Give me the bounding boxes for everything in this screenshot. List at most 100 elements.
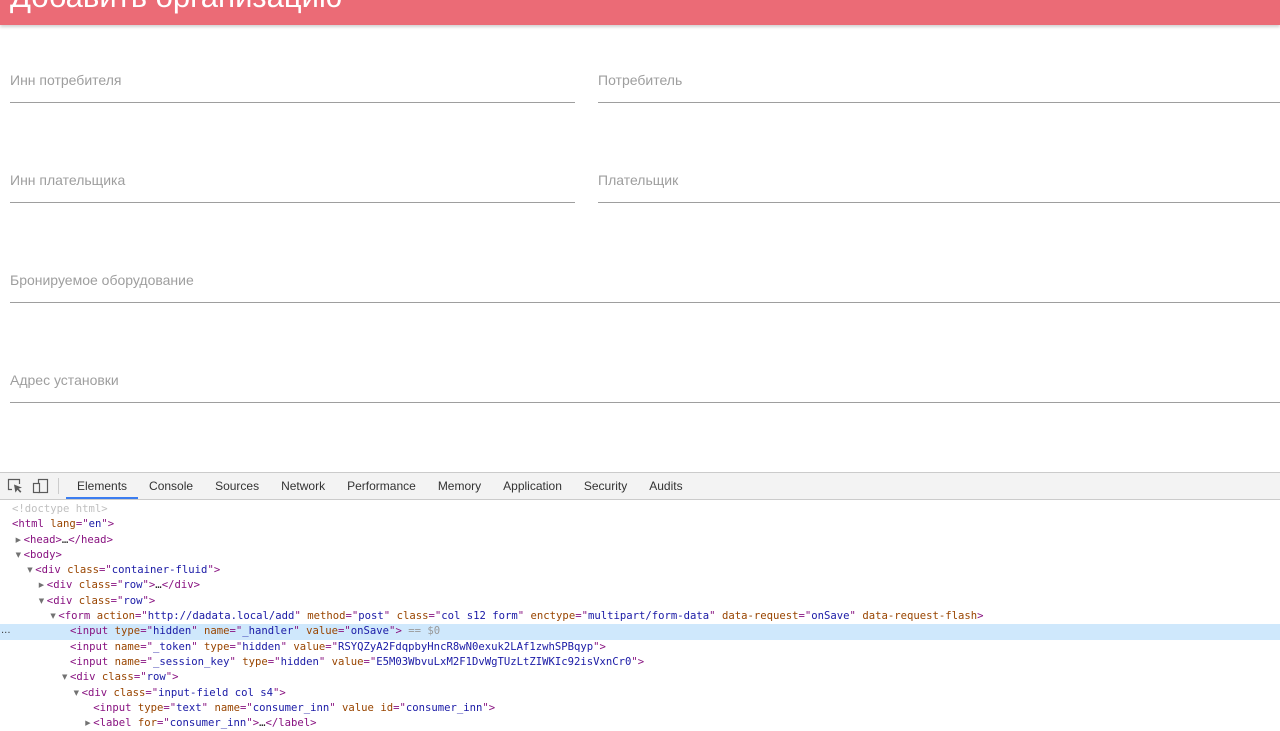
payer-inn-input[interactable] <box>10 158 575 203</box>
attribute-value: row <box>123 579 143 592</box>
attribute-name: value <box>331 655 364 668</box>
tab-memory[interactable]: Memory <box>427 473 492 499</box>
collapsed-children[interactable]: … <box>259 717 265 729</box>
attribute-value: post <box>358 610 384 623</box>
node-actions-button[interactable]: ... <box>1 624 11 637</box>
dom-tree-row[interactable]: ▼ <body> <box>0 548 1280 563</box>
consumer-inn-field: Инн потребителя <box>10 58 575 103</box>
dom-tree-row[interactable]: ▶ <div class="row">…</div> <box>0 578 1280 593</box>
attribute-value: hidden <box>242 640 281 653</box>
tab-network[interactable]: Network <box>270 473 336 499</box>
expand-arrow-icon[interactable]: ▶ <box>39 578 44 593</box>
attribute-name: class <box>396 610 429 623</box>
dom-tree-row[interactable]: ... <input type="hidden" name="_handler" … <box>0 624 1280 640</box>
attribute-value: consumer_inn <box>252 701 330 714</box>
attribute-value: en <box>88 518 102 531</box>
tag-name: div <box>76 671 96 684</box>
attribute-value: onSave <box>811 610 850 623</box>
tab-console[interactable]: Console <box>138 473 204 499</box>
expand-arrow-icon[interactable]: ▶ <box>85 716 90 731</box>
attribute-name: type <box>114 625 141 638</box>
attribute-name: value <box>293 640 326 653</box>
dom-node-markup: <input name="_session_key" type="hidden"… <box>70 655 645 668</box>
devtools-toolbar: Elements Console Sources Network Perform… <box>0 473 1280 500</box>
attribute-name: value <box>342 701 374 714</box>
attribute-value: RSYQZyA2FdqpbyHncR8wN0exuk2LAf1zwhSPBqyp <box>338 640 594 653</box>
dom-tree-row[interactable]: ▼ <div class="row"> <box>0 670 1280 685</box>
attribute-name: type <box>137 701 164 714</box>
consumer-field: Потребитель <box>598 58 1280 103</box>
collapse-arrow-icon[interactable]: ▼ <box>16 548 21 563</box>
equipment-field: Бронируемое оборудование <box>10 258 1280 303</box>
dom-tree-row[interactable]: <input type="text" name="consumer_inn" v… <box>0 701 1280 716</box>
dom-node-markup: <form action="http://dadata.local/add" m… <box>58 610 984 623</box>
attribute-value: row <box>123 594 143 607</box>
consumer-input[interactable] <box>598 58 1280 103</box>
dom-node-markup: <div class="row"> <box>70 671 179 684</box>
attribute-value: multipart/form-data <box>587 610 710 623</box>
devtools-tabs: Elements Console Sources Network Perform… <box>66 473 694 499</box>
attribute-value: hidden <box>152 625 192 638</box>
attribute-value: _handler <box>242 625 294 638</box>
tag-name: input <box>99 701 132 714</box>
tag-name: label <box>99 717 132 730</box>
attribute-name: action <box>96 610 135 623</box>
dom-tree-row[interactable]: <input name="_session_key" type="hidden"… <box>0 655 1280 670</box>
collapsed-children[interactable]: … <box>62 534 68 546</box>
dom-tree: <!doctype html> <html lang="en"> ▶ <head>…<… <box>0 500 1280 731</box>
tab-application[interactable]: Application <box>492 473 573 499</box>
inspect-element-icon[interactable] <box>7 478 23 494</box>
dom-node-markup: <input type="text" name="consumer_inn" v… <box>93 701 496 714</box>
dom-node-markup: <div class="input-field col s4"> <box>81 686 286 699</box>
attribute-name: class <box>78 579 111 592</box>
attribute-name: class <box>78 594 111 607</box>
dom-tree-row[interactable]: ▶ <head>…</head> <box>0 533 1280 548</box>
dom-tree-row[interactable]: ▼ <form action="http://dadata.local/add" … <box>0 609 1280 624</box>
dom-node-markup: <input type="hidden" name="_handler" val… <box>70 625 441 638</box>
collapse-arrow-icon[interactable]: ▼ <box>74 686 79 701</box>
attribute-name: class <box>67 564 99 577</box>
attribute-value: _token <box>152 640 192 653</box>
collapse-arrow-icon[interactable]: ▼ <box>62 670 67 685</box>
dom-tree-row[interactable]: <html lang="en"> <box>0 517 1280 532</box>
equipment-input[interactable] <box>10 258 1280 303</box>
dom-tree-row[interactable]: ▼ <div class="row"> <box>0 594 1280 609</box>
attribute-value: row <box>146 671 166 684</box>
tab-security[interactable]: Security <box>573 473 638 499</box>
collapse-arrow-icon[interactable]: ▼ <box>27 563 32 578</box>
tab-audits[interactable]: Audits <box>638 473 693 499</box>
payer-field: Плательщик <box>598 158 1280 203</box>
dom-tree-row[interactable]: ▼ <div class="input-field col s4"> <box>0 686 1280 701</box>
tab-performance[interactable]: Performance <box>336 473 427 499</box>
dom-node-markup: <label for="consumer_inn">…</label> <box>93 717 317 730</box>
device-toolbar-icon[interactable] <box>32 478 50 494</box>
attribute-value: E5M03WbvuLxM2F1DvWgTUzLtZIWKIc92isVxnCr0 <box>376 655 632 668</box>
tag-name: form <box>64 610 91 623</box>
attribute-value: _session_key <box>152 655 230 668</box>
dom-node-markup: <div class="container-fluid"> <box>35 564 221 577</box>
tag-name: html <box>18 518 44 531</box>
dom-tree-row[interactable]: <input name="_token" type="hidden" value… <box>0 640 1280 655</box>
dom-tree-row[interactable]: ▼ <div class="container-fluid"> <box>0 563 1280 578</box>
tag-name: head <box>29 533 56 546</box>
tab-elements[interactable]: Elements <box>66 473 139 499</box>
collapse-arrow-icon[interactable]: ▼ <box>39 594 44 609</box>
attribute-value: text <box>176 701 202 714</box>
collapsed-children[interactable]: … <box>155 579 161 591</box>
attribute-name: name <box>214 701 240 714</box>
tag-name: div <box>53 594 73 607</box>
attribute-name: lang <box>50 518 76 531</box>
payer-input[interactable] <box>598 158 1280 203</box>
address-input[interactable] <box>10 358 1280 403</box>
dom-node-markup: <div class="row">…</div> <box>46 579 200 592</box>
attribute-value: col s12 form <box>441 610 518 623</box>
dom-tree-row[interactable]: <!doctype html> <box>0 502 1280 517</box>
tab-sources[interactable]: Sources <box>204 473 270 499</box>
collapse-arrow-icon[interactable]: ▼ <box>50 609 55 624</box>
dom-tree-row[interactable]: ▶ <label for="consumer_inn">…</label> <box>0 716 1280 731</box>
expand-arrow-icon[interactable]: ▶ <box>16 533 21 548</box>
devtools-panel: Elements Console Sources Network Perform… <box>0 472 1280 731</box>
dom-node-markup: <!doctype html> <box>12 502 108 517</box>
attribute-name: id <box>380 701 394 714</box>
consumer-inn-input[interactable] <box>10 58 575 103</box>
